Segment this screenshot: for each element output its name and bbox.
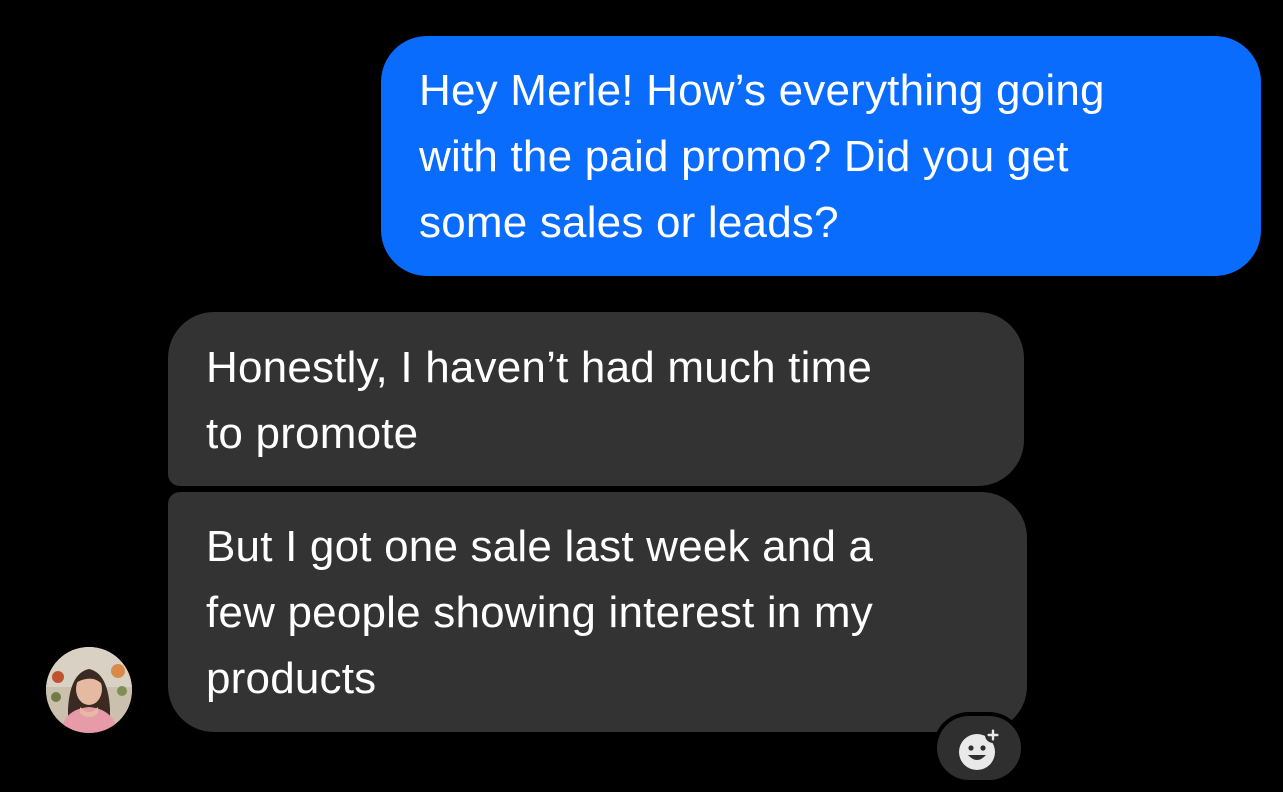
sent-message-bubble[interactable]: Hey Merle! How’s everything going with t… — [381, 36, 1261, 276]
add-reaction-button[interactable] — [937, 716, 1021, 780]
add-reaction-icon — [959, 727, 1001, 770]
profile-photo-icon — [46, 647, 132, 733]
received-message-bubble[interactable]: Honestly, I haven’t had much time to pro… — [168, 312, 1024, 486]
received-message-bubble[interactable]: But I got one sale last week and a few p… — [168, 492, 1027, 732]
avatar[interactable] — [46, 647, 132, 733]
